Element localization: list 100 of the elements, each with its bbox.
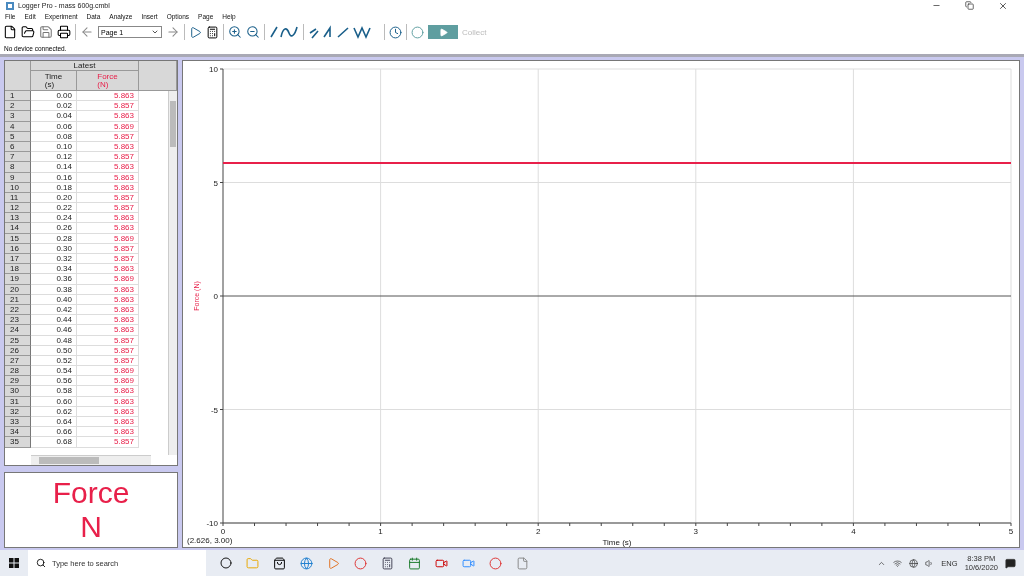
table-cell: 0.64 — [31, 417, 77, 428]
axis-tick-label: 0 — [213, 292, 218, 301]
table-cell: 0.12 — [31, 152, 77, 163]
search-icon — [36, 558, 46, 568]
row-number: 22 — [5, 304, 31, 316]
save-icon[interactable] — [39, 25, 53, 39]
row-number: 18 — [5, 264, 31, 275]
new-file-icon[interactable] — [3, 25, 17, 39]
table-cell: 0.04 — [31, 111, 77, 122]
notification-icon[interactable] — [1005, 557, 1016, 569]
table-cell: 5.863 — [77, 223, 139, 234]
store-icon[interactable] — [273, 556, 286, 570]
row-number: 19 — [5, 274, 31, 285]
table-cell: 5.857 — [77, 355, 139, 367]
table-cell: 0.30 — [31, 243, 77, 254]
table-cell: 0.54 — [31, 366, 77, 377]
row-number: 5 — [5, 131, 31, 142]
axis-tick-label: 2 — [535, 527, 541, 536]
row-number: 10 — [5, 182, 31, 193]
restore-icon[interactable] — [965, 0, 974, 10]
axis-tick-label: 0 — [220, 527, 226, 536]
table-cell: 0.38 — [31, 284, 77, 295]
start-button[interactable] — [9, 558, 19, 568]
table-cell: 0.36 — [31, 274, 77, 285]
table-cell: 5.857 — [77, 335, 139, 346]
printer-icon[interactable] — [57, 25, 71, 39]
table-cell: 0.32 — [31, 254, 77, 265]
row-number: 23 — [5, 315, 31, 326]
row-number: 15 — [5, 233, 31, 244]
horizontal-scrollbar[interactable] — [31, 455, 151, 465]
axis-tick-label: 1 — [378, 527, 383, 536]
row-number: 1 — [5, 91, 31, 102]
stopwatch-icon[interactable] — [389, 25, 402, 39]
table-cell: 5.857 — [77, 101, 139, 112]
table-cell: 5.863 — [77, 294, 139, 305]
table-cell: 0.42 — [31, 304, 77, 316]
network-icon[interactable] — [893, 558, 903, 568]
table-cell: 5.863 — [77, 284, 139, 295]
table-cell: 5.863 — [77, 162, 139, 173]
browser-icon[interactable] — [300, 556, 313, 570]
row-number: 8 — [5, 162, 31, 173]
table-cell: 0.28 — [31, 233, 77, 244]
play-icon — [438, 27, 448, 37]
row-number: 11 — [5, 192, 31, 204]
table-cell: 5.863 — [77, 91, 139, 102]
table-cell: 0.18 — [31, 182, 77, 193]
row-number: 28 — [5, 366, 31, 377]
axis-tick-label: -5 — [210, 405, 218, 415]
row-number: 7 — [5, 152, 31, 163]
axis-tick-label: 3 — [693, 527, 699, 536]
table-cell: 5.869 — [77, 121, 139, 132]
row-number: 34 — [5, 427, 31, 438]
table-cell: 5.863 — [77, 386, 139, 397]
table-cell: 5.863 — [77, 315, 139, 326]
row-number: 33 — [5, 417, 31, 428]
zoom-out-icon[interactable] — [246, 25, 260, 39]
collect-button[interactable] — [428, 25, 458, 39]
right-arrow-icon[interactable] — [166, 25, 180, 39]
task-view-icon[interactable] — [220, 557, 232, 569]
table-cell: 0.24 — [31, 213, 77, 224]
row-number: 24 — [5, 325, 31, 336]
column-header: Time (s) — [31, 71, 77, 91]
table-cell: 5.863 — [77, 325, 139, 336]
table-cell: 5.857 — [77, 254, 139, 265]
table-cell: 0.22 — [31, 203, 77, 214]
close-icon[interactable] — [998, 0, 1008, 11]
volume-icon[interactable] — [925, 558, 935, 568]
table-cell: 5.857 — [77, 243, 139, 254]
table-cell: 5.863 — [77, 406, 139, 417]
row-number: 32 — [5, 406, 31, 417]
axis-tick-label: -10 — [206, 519, 218, 528]
table-cell: 5.863 — [77, 141, 139, 153]
row-number: 17 — [5, 254, 31, 265]
table-cell: 5.869 — [77, 233, 139, 244]
tangent-icon[interactable] — [269, 25, 299, 39]
table-cell: 0.68 — [31, 437, 77, 448]
app-icon[interactable] — [516, 556, 529, 570]
table-cell: 0.10 — [31, 141, 77, 153]
row-number: 29 — [5, 376, 31, 387]
open-folder-icon[interactable] — [21, 25, 35, 39]
zoom-in-icon[interactable] — [228, 25, 242, 39]
table-cell: 0.48 — [31, 335, 77, 346]
axis-tick-label: 5 — [1008, 527, 1014, 536]
table-cell: 0.44 — [31, 315, 77, 326]
table-cell: 0.14 — [31, 162, 77, 173]
vertical-scrollbar[interactable] — [168, 91, 177, 455]
calculator-icon[interactable] — [206, 25, 219, 39]
row-number: 12 — [5, 203, 31, 214]
blank-header-cell — [139, 61, 177, 91]
corner-header-cell — [5, 61, 31, 91]
table-cell: 5.857 — [77, 192, 139, 204]
table-cell: 0.58 — [31, 386, 77, 397]
table-cell: 5.863 — [77, 264, 139, 275]
row-number: 20 — [5, 284, 31, 295]
table-cell: 0.66 — [31, 427, 77, 438]
table-cell: 0.62 — [31, 406, 77, 417]
table-cell: 0.08 — [31, 131, 77, 142]
media-player-icon[interactable] — [327, 556, 340, 570]
step-icon[interactable] — [189, 25, 202, 39]
table-cell: 0.56 — [31, 376, 77, 387]
